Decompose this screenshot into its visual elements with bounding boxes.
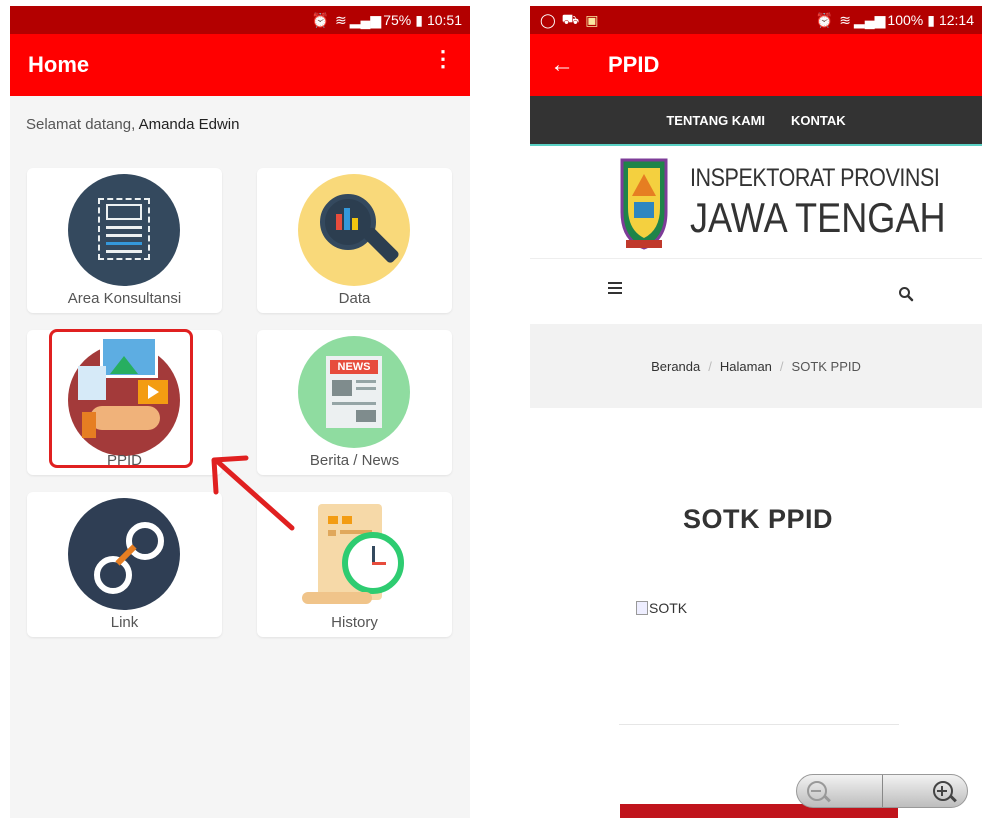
whatsapp-icon: ◯ [540, 11, 556, 28]
news-icon: NEWS [298, 336, 410, 448]
gallery-icon: ▣ [585, 11, 599, 28]
app-title: Home [28, 52, 90, 77]
tile-label: Data [338, 290, 371, 307]
welcome-text: Selamat datang, Amanda Edwin [26, 116, 240, 133]
zoom-out-icon[interactable] [797, 775, 883, 807]
left-status-bar: ⏰ ≋ ▂▄▆ 75% ▮ 10:51 [10, 6, 470, 34]
nav-tentang-kami[interactable]: TENTANG KAMI [666, 113, 765, 128]
breadcrumb-separator: / [708, 358, 712, 374]
left-phone-screen: ⏰ ≋ ▂▄▆ 75% ▮ 10:51 Home ⋮ Selamat datan… [10, 6, 470, 818]
status-time: 10:51 [426, 12, 462, 28]
annotation-arrow [211, 455, 295, 531]
arrow-back-icon[interactable]: ← [550, 51, 574, 79]
consultation-icon [68, 174, 180, 286]
zoom-controls [796, 774, 968, 808]
broken-image-icon [636, 601, 648, 615]
right-status-bar: ◯ ⛟ ▣ ⏰ ≋ ▂▄▆ 100% ▮ 12:14 [530, 6, 982, 34]
link-icon [68, 498, 180, 610]
history-icon [298, 500, 410, 612]
hamburger-menu-icon[interactable] [608, 282, 622, 294]
wifi-icon: ≋ [839, 11, 851, 28]
car-icon: ⛟ [561, 10, 580, 27]
tile-area-konsultansi[interactable]: Area Konsultansi [27, 168, 222, 313]
signal-icon: ▂▄▆ [853, 11, 886, 28]
logo-line-1: INSPEKTORAT PROVINSI [690, 164, 940, 192]
header-divider [530, 258, 982, 259]
top-nav-bar: TENTANG KAMI KONTAK [530, 96, 982, 146]
right-app-bar: ← PPID [530, 34, 982, 96]
content-divider [619, 724, 899, 725]
zoom-in-icon[interactable] [883, 775, 968, 807]
battery-icon: ▮ [415, 11, 423, 28]
image-alt-text: SOTK [649, 600, 688, 616]
tile-label: History [331, 614, 378, 631]
breadcrumb-halaman[interactable]: Halaman [720, 359, 772, 374]
nav-kontak[interactable]: KONTAK [791, 113, 846, 128]
site-logo[interactable]: INSPEKTORAT PROVINSI JAWA TENGAH [614, 152, 946, 252]
signal-icon: ▂▄▆ [349, 11, 382, 28]
tile-data[interactable]: Data [257, 168, 452, 313]
alarm-icon: ⏰ [311, 11, 330, 28]
data-search-icon [298, 174, 410, 286]
tile-label: Link [110, 614, 139, 631]
breadcrumb: Beranda / Halaman / SOTK PPID [530, 324, 982, 408]
welcome-name: Amanda Edwin [138, 116, 240, 133]
more-vert-icon[interactable]: ⋮ [432, 46, 454, 72]
battery-percent: 100% [887, 12, 924, 28]
logo-line-2: JAWA TENGAH [690, 194, 946, 241]
left-app-bar: Home ⋮ [10, 34, 470, 96]
breadcrumb-beranda[interactable]: Beranda [651, 359, 700, 374]
sotk-image-broken: SOTK [636, 600, 687, 616]
battery-percent: 75% [383, 12, 412, 28]
search-icon[interactable] [898, 286, 914, 302]
province-emblem [620, 158, 668, 250]
breadcrumb-current: SOTK PPID [791, 358, 861, 374]
battery-icon: ▮ [927, 11, 935, 28]
status-time: 12:14 [938, 12, 974, 28]
breadcrumb-separator: / [779, 358, 784, 374]
ppid-highlight-box [49, 329, 193, 468]
tile-link[interactable]: Link [27, 492, 222, 637]
tile-label: Area Konsultansi [67, 290, 182, 307]
welcome-prefix: Selamat datang, [26, 116, 136, 133]
alarm-icon: ⏰ [815, 11, 834, 28]
page-title: SOTK PPID [682, 504, 834, 534]
wifi-icon: ≋ [335, 11, 347, 28]
right-phone-screen: ◯ ⛟ ▣ ⏰ ≋ ▂▄▆ 100% ▮ 12:14 ← PPID TENTAN… [530, 6, 982, 818]
app-title: PPID [608, 52, 660, 77]
